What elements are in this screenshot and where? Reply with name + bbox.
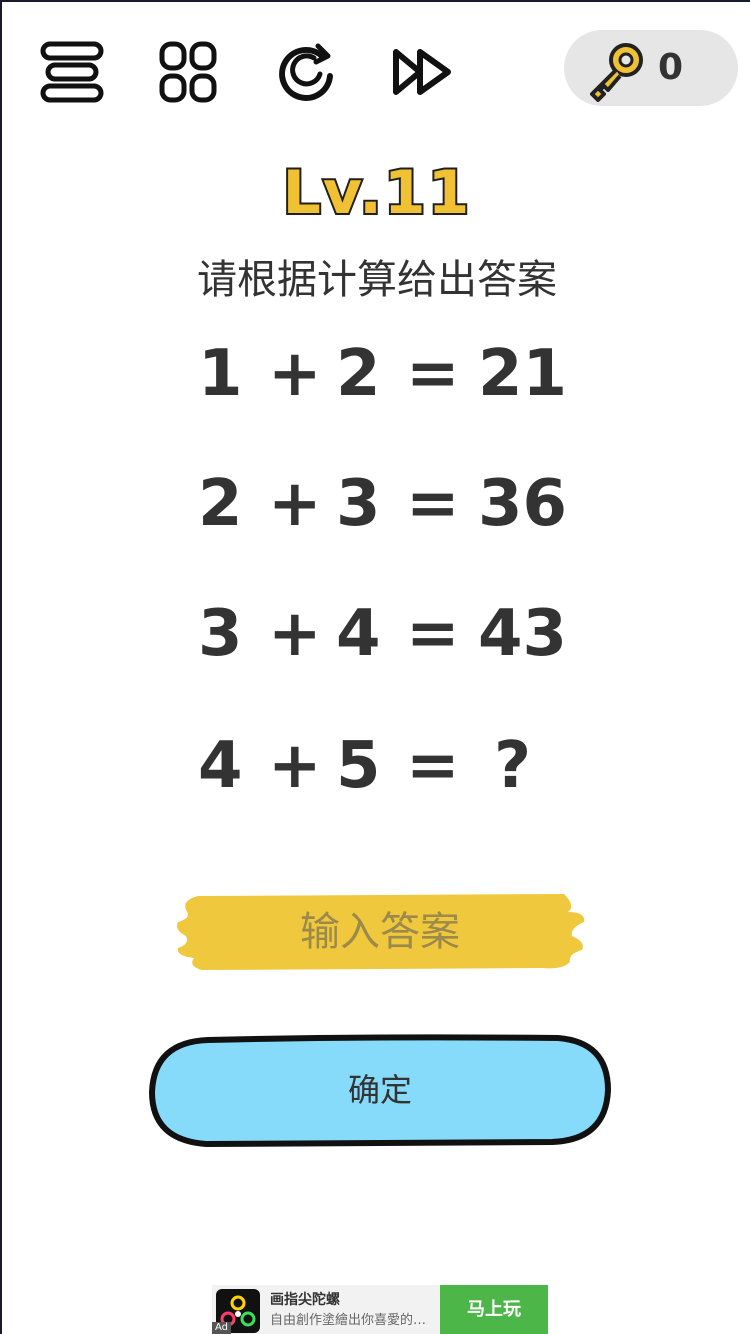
operand-b: 2 — [336, 337, 381, 411]
operand-b: 5 — [336, 729, 381, 803]
restart-icon — [279, 43, 333, 101]
operand-a: 4 — [198, 729, 243, 803]
ad-description: 自由創作塗繪出你喜愛的螢... — [270, 1313, 438, 1328]
menu-icon — [40, 41, 104, 103]
confirm-label: 确定 — [347, 1071, 412, 1109]
result: 43 — [478, 597, 568, 671]
skip-button[interactable] — [388, 38, 456, 106]
ad-tag: Ad — [212, 1322, 232, 1334]
equation-row: 3 + 4 = 43 — [198, 594, 578, 674]
equation-row: 4 + 5 = ? — [198, 726, 578, 806]
equals-sign: = — [406, 597, 460, 671]
menu-button[interactable] — [38, 38, 106, 106]
operand-a: 3 — [198, 597, 243, 671]
operator: + — [268, 729, 322, 803]
operator: + — [268, 467, 322, 541]
equation-row: 1 + 2 = 21 — [198, 334, 578, 414]
operand-b: 4 — [336, 597, 381, 671]
answer-input[interactable] — [202, 900, 558, 964]
equals-sign: = — [406, 337, 460, 411]
equation-row: 2 + 3 = 36 — [198, 464, 578, 544]
keys-counter[interactable]: 0 — [564, 30, 738, 106]
key-icon — [582, 36, 652, 106]
operator: + — [268, 597, 322, 671]
unknown-result: ? — [494, 729, 532, 803]
fast-forward-icon — [393, 49, 451, 95]
confirm-button[interactable]: 确定 — [148, 1034, 612, 1148]
operator: + — [268, 337, 322, 411]
result: 21 — [478, 337, 568, 411]
ad-banner[interactable]: Ad 画指尖陀螺 自由創作塗繪出你喜愛的螢... 马上玩 — [212, 1285, 548, 1334]
equals-sign: = — [406, 729, 460, 803]
restart-button[interactable] — [272, 38, 340, 106]
instruction-text: 请根据计算给出答案 — [197, 257, 557, 303]
ad-title: 画指尖陀螺 — [270, 1292, 340, 1308]
operand-a: 2 — [198, 467, 243, 541]
operand-b: 3 — [336, 467, 381, 541]
level-title: Lv.11 — [281, 156, 472, 230]
result: 36 — [478, 467, 568, 541]
top-border — [2, 0, 750, 2]
answer-field — [172, 892, 588, 972]
operand-a: 1 — [198, 337, 243, 411]
ad-play-button[interactable]: 马上玩 — [440, 1285, 548, 1334]
key-count: 0 — [658, 47, 684, 88]
grid-icon — [159, 41, 217, 103]
equals-sign: = — [406, 467, 460, 541]
levels-button[interactable] — [154, 38, 222, 106]
